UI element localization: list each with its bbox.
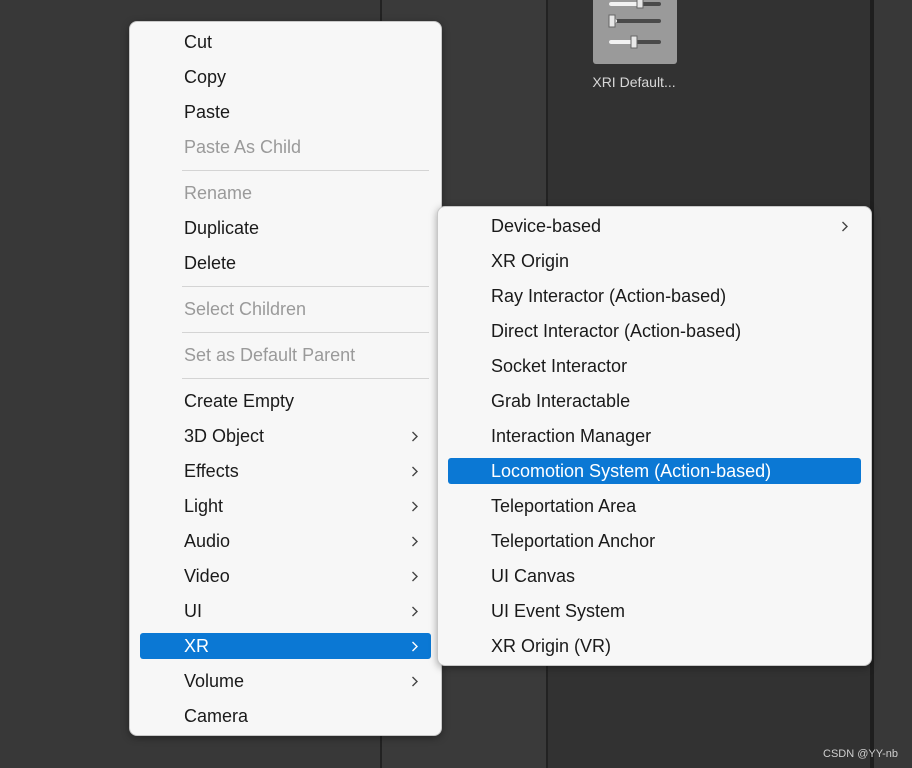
menu-item-paste-as-child[interactable]: Paste As Child	[140, 134, 431, 160]
submenu-item-label: Socket Interactor	[491, 356, 628, 376]
submenu-item-label: Device-based	[491, 216, 602, 236]
menu-item-label: Camera	[184, 706, 249, 726]
submenu-item-ui-event-system[interactable]: UI Event System	[448, 598, 861, 624]
submenu-item-label: XR Origin	[491, 251, 570, 271]
submenu-item-direct-interactor-action-based[interactable]: Direct Interactor (Action-based)	[448, 318, 861, 344]
submenu-item-label: XR Origin (VR)	[491, 636, 612, 656]
chevron-right-icon	[841, 213, 851, 239]
menu-item-label: Delete	[184, 253, 237, 273]
menu-item-label: Select Children	[184, 299, 307, 319]
submenu-item-label: Teleportation Anchor	[491, 531, 656, 551]
menu-item-copy[interactable]: Copy	[140, 64, 431, 90]
submenu-item-ray-interactor-action-based[interactable]: Ray Interactor (Action-based)	[448, 283, 861, 309]
menu-item-select-children[interactable]: Select Children	[140, 296, 431, 322]
menu-item-create-empty[interactable]: Create Empty	[140, 388, 431, 414]
menu-item-label: Light	[184, 496, 224, 516]
menu-item-label: Set as Default Parent	[184, 345, 356, 365]
submenu-item-label: UI Event System	[491, 601, 626, 621]
chevron-right-icon	[411, 528, 421, 554]
menu-item-xr[interactable]: XR	[140, 633, 431, 659]
inspector-edge-panel	[874, 0, 912, 768]
chevron-right-icon	[411, 493, 421, 519]
menu-item-label: Audio	[184, 531, 231, 551]
menu-item-delete[interactable]: Delete	[140, 250, 431, 276]
menu-item-label: Cut	[184, 32, 213, 52]
submenu-item-label: Teleportation Area	[491, 496, 637, 516]
submenu-item-locomotion-system-action-based[interactable]: Locomotion System (Action-based)	[448, 458, 861, 484]
menu-item-label: XR	[184, 636, 210, 656]
submenu-item-device-based[interactable]: Device-based	[448, 213, 861, 239]
context-menu: Cut Copy Paste Paste As Child Rename Duplicat…	[129, 21, 442, 736]
asset-label[interactable]: XRI Default...	[574, 74, 694, 90]
menu-item-label: Video	[184, 566, 230, 586]
chevron-right-icon	[411, 423, 421, 449]
submenu-item-label: Ray Interactor (Action-based)	[491, 286, 727, 306]
submenu-item-grab-interactable[interactable]: Grab Interactable	[448, 388, 861, 414]
chevron-right-icon	[411, 563, 421, 589]
xr-submenu: Device-based XR Origin Ray Interactor (Act…	[437, 206, 872, 666]
submenu-item-xr-origin[interactable]: XR Origin	[448, 248, 861, 274]
watermark: CSDN @YY-nb	[823, 748, 898, 760]
menu-separator	[182, 286, 429, 287]
menu-item-set-as-default-parent[interactable]: Set as Default Parent	[140, 342, 431, 368]
menu-item-volume[interactable]: Volume	[140, 668, 431, 694]
submenu-item-teleportation-area[interactable]: Teleportation Area	[448, 493, 861, 519]
submenu-item-xr-origin-vr[interactable]: XR Origin (VR)	[448, 633, 861, 659]
submenu-item-ui-canvas[interactable]: UI Canvas	[448, 563, 861, 589]
menu-item-light[interactable]: Light	[140, 493, 431, 519]
menu-item-label: UI	[184, 601, 202, 621]
menu-item-ui[interactable]: UI	[140, 598, 431, 624]
menu-item-camera[interactable]: Camera	[140, 703, 431, 729]
menu-item-label: 3D Object	[184, 426, 265, 446]
submenu-item-teleportation-anchor[interactable]: Teleportation Anchor	[448, 528, 861, 554]
menu-item-label: Duplicate	[184, 218, 260, 238]
slider-settings-icon[interactable]	[593, 0, 677, 64]
menu-separator	[182, 170, 429, 171]
menu-item-cut[interactable]: Cut	[140, 29, 431, 55]
menu-item-duplicate[interactable]: Duplicate	[140, 215, 431, 241]
menu-item-effects[interactable]: Effects	[140, 458, 431, 484]
menu-item-3d-object[interactable]: 3D Object	[140, 423, 431, 449]
submenu-item-label: Locomotion System (Action-based)	[491, 461, 772, 481]
menu-item-label: Effects	[184, 461, 239, 481]
chevron-right-icon	[411, 458, 421, 484]
submenu-item-label: Direct Interactor (Action-based)	[491, 321, 742, 341]
menu-item-audio[interactable]: Audio	[140, 528, 431, 554]
submenu-item-label: Grab Interactable	[491, 391, 631, 411]
menu-item-paste[interactable]: Paste	[140, 99, 431, 125]
submenu-item-socket-interactor[interactable]: Socket Interactor	[448, 353, 861, 379]
menu-item-label: Volume	[184, 671, 245, 691]
menu-item-label: Copy	[184, 67, 227, 87]
chevron-right-icon	[411, 633, 421, 659]
submenu-item-label: UI Canvas	[491, 566, 576, 586]
menu-item-video[interactable]: Video	[140, 563, 431, 589]
menu-item-rename[interactable]: Rename	[140, 180, 431, 206]
menu-item-label: Paste	[184, 102, 231, 122]
chevron-right-icon	[411, 598, 421, 624]
submenu-item-label: Interaction Manager	[491, 426, 652, 446]
chevron-right-icon	[411, 668, 421, 694]
submenu-item-interaction-manager[interactable]: Interaction Manager	[448, 423, 861, 449]
menu-item-label: Rename	[184, 183, 253, 203]
menu-item-label: Create Empty	[184, 391, 295, 411]
menu-separator	[182, 332, 429, 333]
menu-separator	[182, 378, 429, 379]
menu-item-label: Paste As Child	[184, 137, 302, 157]
